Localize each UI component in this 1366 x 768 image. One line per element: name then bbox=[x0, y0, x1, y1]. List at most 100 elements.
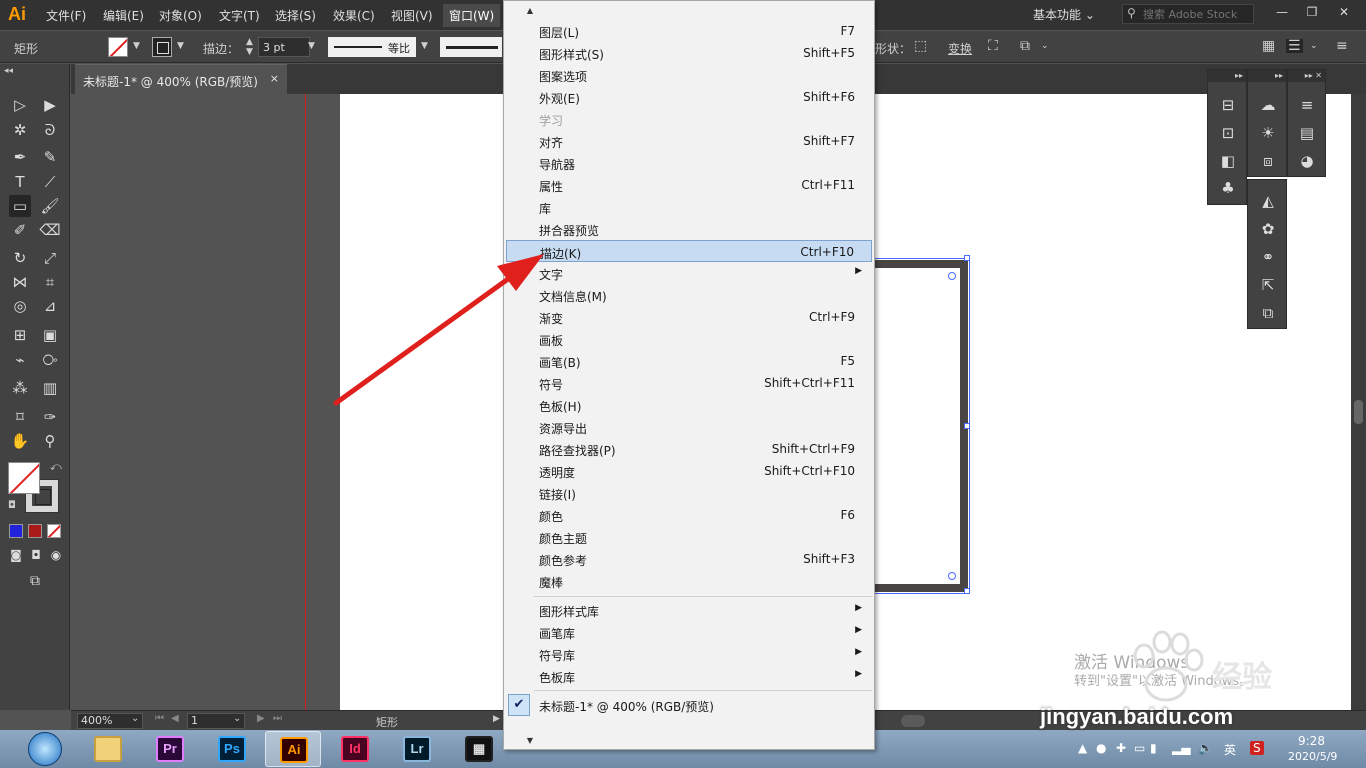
first-artboard-icon[interactable]: ⏮ bbox=[155, 713, 164, 724]
direct-selection-tool-icon[interactable]: ▶ bbox=[39, 94, 61, 116]
collapse-icon[interactable]: ▸▸ bbox=[1248, 70, 1286, 82]
menu-item[interactable]: 库 bbox=[506, 196, 872, 218]
paintbrush-icon[interactable]: 🖌 bbox=[39, 195, 61, 217]
taskbar-illustrator[interactable]: Ai bbox=[265, 731, 321, 767]
cc-libraries-icon[interactable]: ☁ bbox=[1257, 94, 1279, 116]
input-method-indicator[interactable]: 英 bbox=[1224, 741, 1236, 758]
default-colors-icon[interactable]: ◘ bbox=[8, 500, 16, 511]
chevron-down-icon[interactable]: ⌄ bbox=[1041, 41, 1049, 51]
network-tray-icon[interactable]: ▭ bbox=[1134, 741, 1145, 755]
clock-date[interactable]: 2020/5/9 bbox=[1288, 750, 1337, 763]
transform-link[interactable]: 变换 bbox=[948, 40, 972, 57]
menu-item[interactable]: 外观(E) Shift+F6 bbox=[506, 86, 872, 108]
scroll-down-icon[interactable]: ▼ bbox=[524, 736, 536, 745]
close-icon[interactable]: ✕ bbox=[1334, 3, 1354, 21]
line-tool-icon[interactable]: ⟋ bbox=[39, 171, 61, 193]
menu-effect[interactable]: 效果(C) bbox=[333, 7, 375, 24]
symbol-sprayer-icon[interactable]: ⁂ bbox=[9, 377, 31, 399]
menu-item[interactable]: 画板 bbox=[506, 328, 872, 350]
hand-tool-icon[interactable]: ✋ bbox=[9, 430, 31, 452]
resize-handle[interactable] bbox=[964, 588, 970, 594]
slice-tool-icon[interactable]: ✑ bbox=[39, 406, 61, 428]
tray-expand-icon[interactable]: ▲ bbox=[1078, 741, 1087, 755]
shape-properties-icon[interactable]: ⬚ bbox=[914, 39, 927, 53]
draw-normal-icon[interactable]: ◙ bbox=[5, 544, 27, 566]
color-guide-icon[interactable]: ◭ bbox=[1257, 190, 1279, 212]
rectangle-tool-icon[interactable]: ▭ bbox=[9, 195, 31, 217]
none-mode-icon[interactable] bbox=[47, 524, 61, 538]
taskbar-photoshop[interactable]: Ps bbox=[204, 731, 260, 767]
menu-item[interactable]: 路径查找器(P) Shift+Ctrl+F9 bbox=[506, 438, 872, 460]
menu-type[interactable]: 文字(T) bbox=[219, 7, 260, 24]
signal-tray-icon[interactable]: ▂▄ bbox=[1172, 741, 1190, 755]
blend-tool-icon[interactable]: ⧂ bbox=[39, 349, 61, 371]
width-tool-icon[interactable]: ⋈ bbox=[9, 271, 31, 293]
export-icon[interactable]: ⇱ bbox=[1257, 274, 1279, 296]
menu-edit[interactable]: 编辑(E) bbox=[103, 7, 144, 24]
menu-item[interactable]: 资源导出 bbox=[506, 416, 872, 438]
menu-object[interactable]: 对象(O) bbox=[159, 7, 202, 24]
next-artboard-icon[interactable]: ▶ bbox=[257, 713, 265, 724]
magic-wand-icon[interactable]: ✲ bbox=[9, 119, 31, 141]
pen-tool-icon[interactable]: ✒ bbox=[9, 146, 31, 168]
taskbar-indesign[interactable]: Id bbox=[327, 731, 383, 767]
curvature-tool-icon[interactable]: ✎ bbox=[39, 146, 61, 168]
menu-item[interactable]: 导航器 bbox=[506, 152, 872, 174]
chevron-down-icon[interactable]: ▼ bbox=[133, 41, 140, 51]
menu-item[interactable]: 属性 Ctrl+F11 bbox=[506, 174, 872, 196]
fill-swatch[interactable] bbox=[108, 37, 128, 57]
minimize-icon[interactable]: — bbox=[1272, 3, 1292, 21]
collapse-icon[interactable]: ◂◂ bbox=[4, 66, 13, 76]
draw-behind-icon[interactable]: ◘ bbox=[25, 544, 47, 566]
workspace-switcher[interactable]: 基本功能 ⌄ bbox=[1033, 6, 1095, 23]
mesh-tool-icon[interactable]: ⊞ bbox=[9, 324, 31, 346]
isolate-icon[interactable]: ⧉ bbox=[1020, 39, 1030, 53]
transform-again-icon[interactable]: ⛶ bbox=[988, 39, 998, 53]
brush-definition[interactable] bbox=[440, 37, 502, 57]
appearance-panel-icon[interactable]: ☀ bbox=[1257, 122, 1279, 144]
asset-export-icon[interactable]: ⧈ bbox=[1257, 150, 1279, 172]
draw-inside-icon[interactable]: ◉ bbox=[45, 544, 67, 566]
menu-item-open-document[interactable]: ✔ 未标题-1* @ 400% (RGB/预览) bbox=[506, 694, 872, 716]
menu-window[interactable]: 窗口(W) bbox=[443, 4, 501, 27]
chevron-down-icon[interactable]: ⌄ bbox=[233, 713, 241, 724]
color-panel-icon[interactable]: ✿ bbox=[1257, 218, 1279, 240]
perspective-grid-icon[interactable]: ⊿ bbox=[39, 295, 61, 317]
horizontal-scrollbar-thumb[interactable] bbox=[901, 715, 925, 727]
variable-width-profile[interactable]: 等比 bbox=[328, 37, 416, 57]
scroll-up-icon[interactable]: ▲ bbox=[524, 6, 536, 15]
swap-fill-stroke-icon[interactable]: ⤺ bbox=[50, 460, 62, 474]
transform-panel-icon[interactable]: ⊟ bbox=[1217, 94, 1239, 116]
menu-item[interactable]: 颜色主题 bbox=[506, 526, 872, 548]
screen-mode-icon[interactable]: ⧉ bbox=[24, 570, 46, 592]
color-mode-icon[interactable] bbox=[9, 524, 23, 538]
gradient-mode-icon[interactable] bbox=[28, 524, 42, 538]
menu-item[interactable]: 符号 Shift+Ctrl+F11 bbox=[506, 372, 872, 394]
resize-handle[interactable] bbox=[964, 255, 970, 261]
menu-item[interactable]: 文档信息(M) bbox=[506, 284, 872, 306]
menu-item[interactable]: 颜色 F6 bbox=[506, 504, 872, 526]
rotate-tool-icon[interactable]: ↻ bbox=[9, 247, 31, 269]
vertical-scrollbar[interactable] bbox=[1351, 94, 1366, 710]
scale-tool-icon[interactable]: ⤢ bbox=[39, 247, 61, 269]
fill-color-box[interactable] bbox=[8, 462, 40, 494]
taskbar-explorer[interactable] bbox=[80, 731, 136, 767]
menu-item[interactable]: 色板(H) bbox=[506, 394, 872, 416]
chevron-down-icon[interactable]: ⌄ bbox=[1310, 41, 1318, 51]
start-button[interactable] bbox=[28, 732, 62, 766]
menu-item[interactable]: 对齐 Shift+F7 bbox=[506, 130, 872, 152]
lasso-icon[interactable]: ᘐ bbox=[39, 119, 61, 141]
menu-item-library[interactable]: 图形样式库 ▶ bbox=[506, 599, 872, 621]
swatches-panel-icon[interactable]: ⚭ bbox=[1257, 246, 1279, 268]
status-menu-icon[interactable]: ▶ bbox=[493, 714, 500, 724]
menu-item[interactable]: 透明度 Shift+Ctrl+F10 bbox=[506, 460, 872, 482]
align-panel-icon[interactable]: ☰ bbox=[1286, 39, 1303, 53]
chevron-down-icon[interactable]: ▼ bbox=[421, 41, 428, 51]
stroke-weight-field[interactable] bbox=[258, 37, 310, 57]
chevron-down-icon[interactable]: ▼ bbox=[308, 41, 315, 51]
artboards-panel-icon[interactable]: ⊡ bbox=[1217, 122, 1239, 144]
taskbar-video-app[interactable]: ▦ bbox=[451, 731, 507, 767]
chevron-down-icon[interactable]: ⌄ bbox=[131, 713, 139, 724]
layers-panel-icon[interactable]: ◧ bbox=[1217, 150, 1239, 172]
corner-widget[interactable] bbox=[948, 572, 956, 580]
